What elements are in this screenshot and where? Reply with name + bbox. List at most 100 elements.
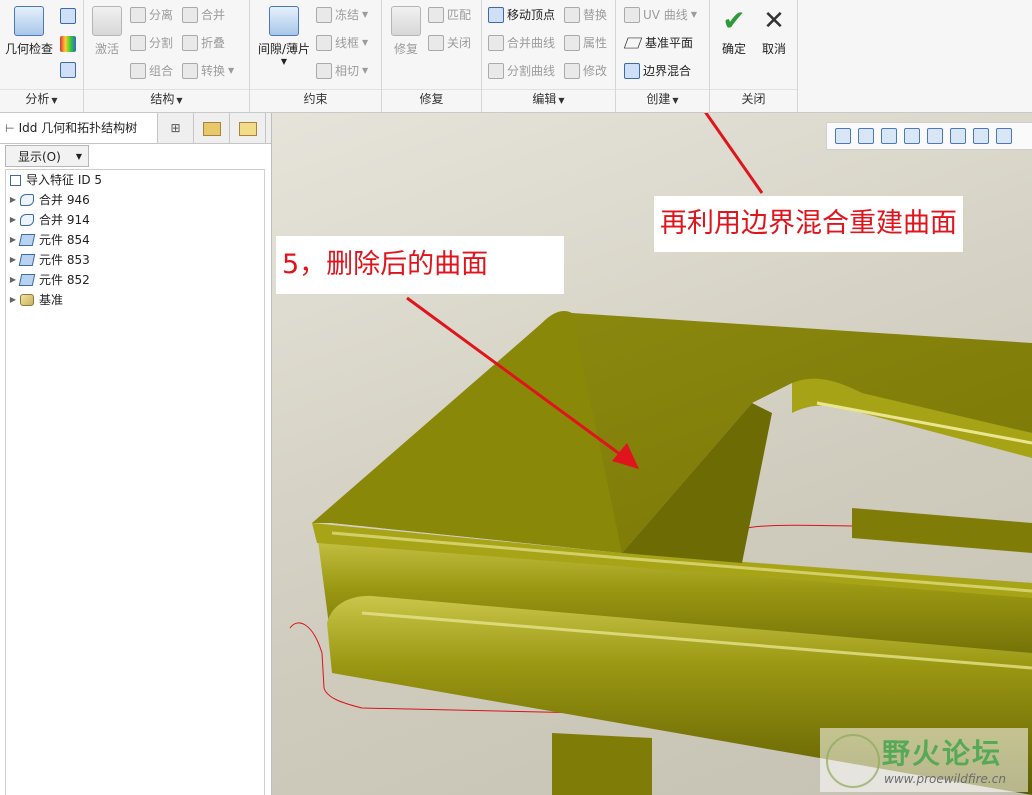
move-vertex-icon: [488, 7, 504, 23]
modify-button[interactable]: 修改: [564, 60, 607, 82]
combine-button[interactable]: 组合: [130, 60, 173, 82]
saved-views-icon[interactable]: [950, 128, 966, 144]
structure-group-label[interactable]: 结构 ▼: [84, 89, 249, 108]
replace-icon: [564, 7, 580, 23]
ribbon: 几何检查 分析 ▼ 激活 分离 分割 组合 合并 折叠 转换 ▼ 结构 ▼ 间隙/薄片…: [0, 0, 1032, 113]
freeze-button[interactable]: 冻结 ▼: [316, 4, 368, 26]
repaint-icon[interactable]: [904, 128, 920, 144]
zoom-fit-icon[interactable]: [835, 128, 851, 144]
zoom-out-icon[interactable]: [881, 128, 897, 144]
activate-button[interactable]: 激活: [88, 6, 126, 57]
tangent-button[interactable]: 相切 ▼: [316, 60, 368, 82]
model-tree-panel: ⊢ Idd 几何和拓扑结构树 ⊞ 显示(O) ▼ 导入特征 ID 5 ▶ 合并 9…: [0, 113, 272, 795]
tree-icon: ⊢: [5, 122, 15, 135]
replace-button[interactable]: 替换: [564, 4, 607, 26]
callout-deleted-surface: 5，删除后的曲面: [276, 236, 564, 294]
split-curve-icon: [488, 63, 504, 79]
tree-item-merge-914[interactable]: ▶ 合并 914: [6, 210, 264, 230]
tree-item-component-854[interactable]: ▶ 元件 854: [6, 230, 264, 250]
fold-button[interactable]: 折叠: [182, 32, 225, 54]
section-analysis-icon[interactable]: [60, 62, 76, 78]
display-style-icon[interactable]: [927, 128, 943, 144]
gap-sheet-icon: [269, 6, 299, 36]
match-icon: [428, 7, 444, 23]
constraint-group-label: 约束: [250, 89, 381, 108]
cancel-button[interactable]: ✕ 取消: [756, 6, 792, 57]
merge-curve-button[interactable]: 合并曲线: [488, 32, 555, 54]
geometry-check-label: 几何检查: [4, 42, 53, 56]
create-group: UV 曲线 ▼ 基准平面 边界混合 创建 ▼: [616, 0, 710, 112]
tab-layer-tree[interactable]: ⊞: [158, 113, 194, 143]
expand-arrow-icon[interactable]: ▶: [6, 270, 20, 290]
zoom-in-icon[interactable]: [858, 128, 874, 144]
close-group: ✔ 确定 ✕ 取消 关闭: [710, 0, 798, 112]
chevron-down-icon: ▼: [690, 10, 697, 19]
expand-arrow-icon[interactable]: ▶: [6, 290, 20, 310]
tangent-icon: [316, 63, 332, 79]
curve-analysis-icon[interactable]: [60, 8, 76, 24]
watermark-title: 野火论坛: [882, 737, 1003, 770]
tab-favorites[interactable]: [230, 113, 266, 143]
tree-item-import-feature[interactable]: 导入特征 ID 5: [6, 170, 264, 190]
uv-curve-button[interactable]: UV 曲线 ▼: [624, 4, 697, 26]
edit-group-label[interactable]: 编辑 ▼: [482, 89, 615, 108]
split-button[interactable]: 分割: [130, 32, 173, 54]
chevron-down-icon: ▼: [362, 38, 369, 47]
repair-button[interactable]: 修复: [388, 6, 424, 57]
create-group-label[interactable]: 创建 ▼: [616, 89, 709, 108]
datum-display-icon[interactable]: [996, 128, 1012, 144]
folder-stack-icon: [202, 122, 221, 136]
modify-icon: [564, 63, 580, 79]
fold-icon: [182, 35, 198, 51]
close-repair-icon: [428, 35, 444, 51]
wireframe-button[interactable]: 线框 ▼: [316, 32, 368, 54]
chevron-down-icon: ▼: [362, 66, 369, 75]
datum-icon: [20, 294, 34, 306]
tree-item-component-852[interactable]: ▶ 元件 852: [6, 270, 264, 290]
split-curve-button[interactable]: 分割曲线: [488, 60, 555, 82]
chevron-down-icon: ▼: [280, 57, 288, 66]
close-icon: ✕: [763, 6, 785, 36]
expand-arrow-icon[interactable]: ▶: [6, 230, 20, 250]
ok-button[interactable]: ✔ 确定: [716, 6, 752, 57]
move-vertex-button[interactable]: 移动顶点: [488, 4, 555, 26]
forum-watermark: 野火论坛 www.proewildfire.cn: [820, 728, 1028, 792]
tree-item-datum[interactable]: ▶ 基准: [6, 290, 264, 310]
edit-group: 移动顶点 合并曲线 分割曲线 替换 属性 修改 编辑 ▼: [482, 0, 616, 112]
boundary-blend-button[interactable]: 边界混合: [624, 60, 691, 82]
uv-curve-icon: [624, 7, 640, 23]
tab-folder[interactable]: [194, 113, 230, 143]
view-manager-icon[interactable]: [973, 128, 989, 144]
merge-button[interactable]: 合并: [182, 4, 225, 26]
repair-icon: [391, 6, 421, 36]
geometry-check-button[interactable]: 几何检查: [2, 6, 56, 57]
forum-logo: [826, 734, 880, 788]
color-analysis-icon[interactable]: [60, 36, 76, 52]
analysis-group-label[interactable]: 分析 ▼: [0, 89, 83, 108]
show-dropdown[interactable]: 显示(O) ▼: [5, 145, 89, 167]
arrow-to-boundary-blend: [704, 113, 764, 194]
repair-label: 修复: [393, 42, 418, 56]
view-toolbar: [826, 122, 1032, 150]
attribute-button[interactable]: 属性: [564, 32, 607, 54]
tree-item-merge-946[interactable]: ▶ 合并 946: [6, 190, 264, 210]
convert-button[interactable]: 转换 ▼: [182, 60, 234, 82]
match-button[interactable]: 匹配: [428, 4, 471, 26]
datum-plane-icon: [623, 37, 643, 49]
activate-label: 激活: [94, 42, 119, 56]
watermark-url: www.proewildfire.cn: [884, 772, 1006, 786]
chevron-down-icon: ▼: [362, 10, 369, 19]
arrow-to-deleted-surface: [406, 296, 633, 465]
convert-icon: [182, 63, 198, 79]
ok-label: 确定: [721, 42, 746, 56]
tree-item-component-853[interactable]: ▶ 元件 853: [6, 250, 264, 270]
separate-button[interactable]: 分离: [130, 4, 173, 26]
expand-arrow-icon[interactable]: ▶: [6, 250, 20, 270]
close-repair-button[interactable]: 关闭: [428, 32, 471, 54]
expand-arrow-icon[interactable]: ▶: [6, 210, 20, 230]
datum-plane-button[interactable]: 基准平面: [623, 32, 693, 54]
expand-arrow-icon[interactable]: ▶: [6, 190, 20, 210]
geometry-tree: 导入特征 ID 5 ▶ 合并 946 ▶ 合并 914 ▶ 元件 854 ▶ 元…: [5, 169, 265, 795]
gap-sheet-button[interactable]: 间隙/薄片 ▼: [254, 6, 314, 66]
tab-geometry-tree[interactable]: ⊢ Idd 几何和拓扑结构树: [0, 113, 158, 143]
